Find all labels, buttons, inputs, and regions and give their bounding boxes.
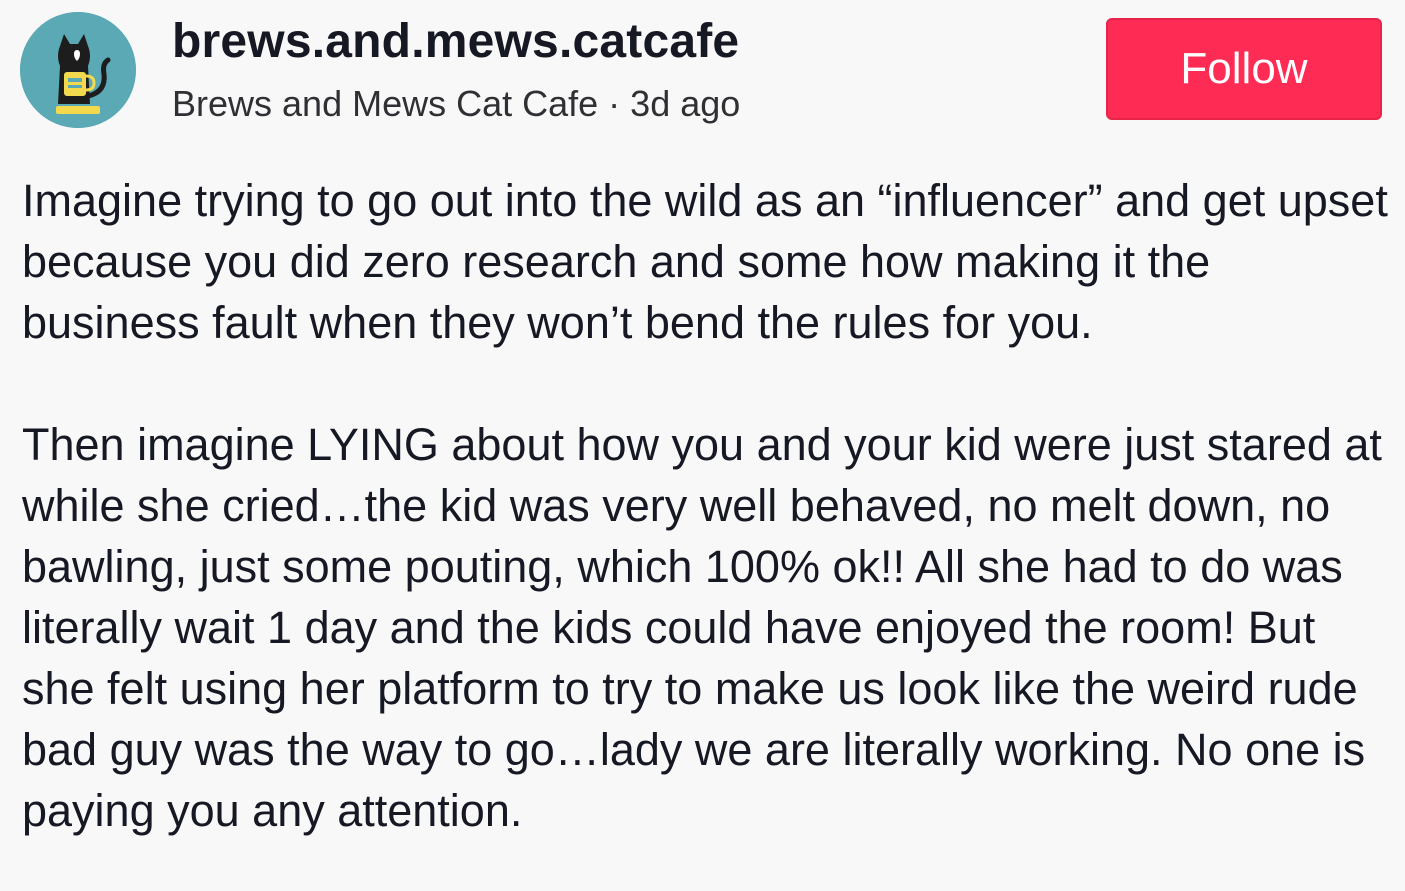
post-card: brews.and.mews.catcafe Brews and Mews Ca… [0,0,1405,891]
cat-cafe-logo-icon [20,12,136,128]
post-paragraph: Imagine trying to go out into the wild a… [22,175,1388,348]
display-name[interactable]: Brews and Mews Cat Cafe [172,83,598,124]
post-header: brews.and.mews.catcafe Brews and Mews Ca… [0,0,1405,140]
avatar[interactable] [20,12,136,128]
timestamp: 3d ago [630,83,741,124]
post-paragraph: Then imagine LYING about how you and you… [22,419,1382,836]
post-body: Imagine trying to go out into the wild a… [22,170,1392,841]
username[interactable]: brews.and.mews.catcafe [172,12,739,72]
meta-separator: · [598,83,631,124]
follow-button[interactable]: Follow [1106,18,1382,120]
post-meta: Brews and Mews Cat Cafe · 3d ago [172,80,740,128]
